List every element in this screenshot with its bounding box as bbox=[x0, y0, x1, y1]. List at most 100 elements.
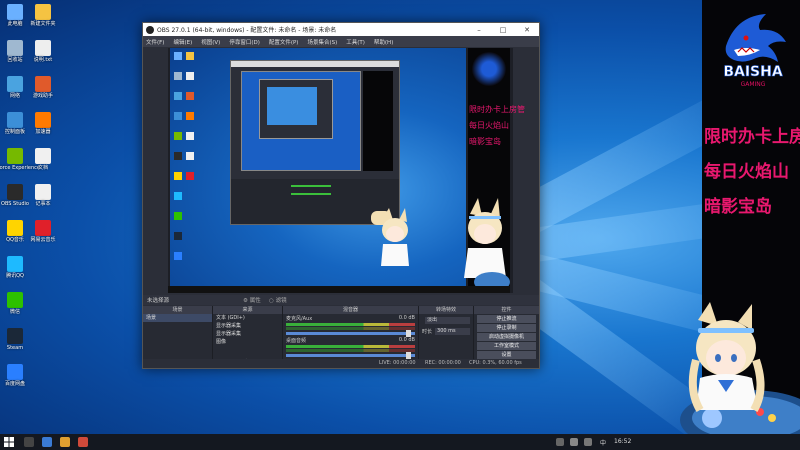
start-virtual-camera-button[interactable]: 启动虚拟摄像机 bbox=[477, 333, 536, 341]
scene-item[interactable]: 场景 bbox=[143, 314, 212, 322]
volume-meter bbox=[286, 345, 415, 348]
menu-view[interactable]: 视图(V) bbox=[201, 38, 220, 46]
volume-slider[interactable] bbox=[286, 330, 415, 337]
studio-mode-button[interactable]: 工作室模式 bbox=[477, 342, 536, 350]
preview-desktop-icon bbox=[174, 132, 182, 140]
preview-desktop-icon bbox=[174, 92, 182, 100]
volume-slider[interactable] bbox=[286, 352, 415, 359]
preview-desktop-icon bbox=[174, 112, 182, 120]
desktop-icon[interactable]: Steam bbox=[0, 328, 30, 351]
anime-character-illustration bbox=[680, 302, 800, 434]
desktop-icon[interactable]: QQ音乐 bbox=[0, 220, 30, 243]
desktop-icon[interactable]: 此电脑 bbox=[0, 4, 30, 27]
obs-logo-icon bbox=[146, 25, 154, 34]
preview-desktop-icon bbox=[186, 152, 194, 160]
properties-button[interactable]: ⚙ 属性 bbox=[243, 296, 261, 304]
volume-icon[interactable] bbox=[584, 438, 592, 446]
stop-streaming-button[interactable]: 停止推流 bbox=[477, 315, 536, 323]
duration-input[interactable]: 300 ms bbox=[435, 328, 470, 335]
app-icon bbox=[7, 112, 23, 128]
desktop-icon-label: 控制面板 bbox=[4, 129, 25, 135]
tray-icon[interactable] bbox=[556, 438, 564, 446]
preview-desktop-icon bbox=[174, 232, 182, 240]
no-source-selected-label: 未选择源 bbox=[147, 298, 170, 304]
obs-docks: 场景 场景 + − ∧ ∨ 来源 文本 (GDI+) 显示器采集 显示器采集 图… bbox=[143, 306, 539, 368]
app-icon bbox=[7, 4, 23, 20]
desktop-icon[interactable]: 新建文件夹 bbox=[28, 4, 58, 27]
app-icon bbox=[35, 148, 51, 164]
obs-window[interactable]: OBS 27.0.1 (64-bit, windows) - 配置文件: 未命名… bbox=[142, 22, 540, 369]
windows-start-icon[interactable] bbox=[4, 437, 14, 447]
preview-desktop-icon bbox=[174, 52, 182, 60]
panel-line-2: 每日火焰山 bbox=[704, 162, 789, 182]
menu-tools[interactable]: 工具(T) bbox=[346, 38, 365, 46]
app-icon bbox=[7, 364, 23, 380]
search-icon[interactable] bbox=[24, 437, 34, 447]
desktop-icon[interactable]: OBS Studio bbox=[0, 184, 30, 207]
desktop-icon[interactable]: 文档 bbox=[28, 148, 58, 171]
desktop-icon[interactable]: 网络 bbox=[0, 76, 30, 99]
desktop-icon[interactable]: 腾讯QQ bbox=[0, 256, 30, 279]
desktop-icon[interactable]: 百度网盘 bbox=[0, 364, 30, 387]
menu-help[interactable]: 帮助(H) bbox=[374, 38, 393, 46]
app-icon bbox=[35, 112, 51, 128]
source-toolbar: 未选择源 ⚙ 属性 ○ 滤镜 bbox=[143, 295, 539, 305]
preview-panel-character bbox=[460, 198, 510, 293]
desktop-icon-label: QQ音乐 bbox=[6, 237, 24, 243]
obs-taskbar-icon[interactable] bbox=[78, 437, 88, 447]
desktop-icon[interactable]: 加速器 bbox=[28, 112, 58, 135]
ime-indicator[interactable]: 中 bbox=[600, 438, 606, 447]
desktop-icon[interactable]: 网易云音乐 bbox=[28, 220, 58, 243]
stop-recording-button[interactable]: 停止录制 bbox=[477, 324, 536, 332]
mixer-dock-header: 混音器 bbox=[283, 306, 418, 314]
obs-titlebar[interactable]: OBS 27.0.1 (64-bit, windows) - 配置文件: 未命名… bbox=[143, 23, 539, 36]
task-view-icon[interactable] bbox=[42, 437, 52, 447]
desktop-icon[interactable]: 记事本 bbox=[28, 184, 58, 207]
app-icon bbox=[7, 328, 23, 344]
app-icon bbox=[35, 4, 51, 20]
filters-button[interactable]: ○ 滤镜 bbox=[269, 296, 287, 304]
desktop-icon[interactable]: 说明.txt bbox=[28, 40, 58, 63]
transition-type-select[interactable]: 淡出 bbox=[425, 317, 470, 324]
menu-file[interactable]: 文件(F) bbox=[146, 38, 164, 46]
sources-dock: 来源 文本 (GDI+) 显示器采集 显示器采集 图像 + − ⚙ ∧ ∨ bbox=[213, 306, 283, 367]
preview-nested-obs-window bbox=[230, 60, 400, 225]
source-item[interactable]: 显示器采集 bbox=[213, 322, 282, 330]
desktop-icon-label: 此电脑 bbox=[7, 21, 23, 27]
maximize-icon[interactable]: □ bbox=[491, 26, 515, 34]
volume-meter bbox=[286, 349, 415, 352]
menu-profile[interactable]: 配置文件(P) bbox=[269, 38, 299, 46]
desktop-icon-label: 加速器 bbox=[35, 129, 51, 135]
desktop-icon[interactable]: 回收站 bbox=[0, 40, 30, 63]
settings-button[interactable]: 设置 bbox=[477, 351, 536, 359]
preview-desktop-icon bbox=[186, 172, 194, 180]
source-item[interactable]: 图像 bbox=[213, 338, 282, 346]
desktop-icon[interactable]: 游戏助手 bbox=[28, 76, 58, 99]
network-icon[interactable] bbox=[570, 438, 578, 446]
source-item[interactable]: 文本 (GDI+) bbox=[213, 314, 282, 322]
logo-subtext: GAMING bbox=[741, 81, 766, 88]
desktop-icon[interactable]: GeForce Experience bbox=[0, 148, 40, 171]
app-icon bbox=[7, 76, 23, 92]
preview-desktop-icon bbox=[174, 192, 182, 200]
desktop-icon[interactable]: 微信 bbox=[0, 292, 30, 315]
mixer-track-name: 麦克风/Aux bbox=[286, 316, 313, 322]
file-explorer-icon[interactable] bbox=[60, 437, 70, 447]
source-item[interactable]: 显示器采集 bbox=[213, 330, 282, 338]
close-icon[interactable]: ✕ bbox=[515, 26, 539, 34]
desktop-icon[interactable]: 控制面板 bbox=[0, 112, 30, 135]
app-icon bbox=[7, 40, 23, 56]
obs-preview-canvas[interactable]: 限时办卡上房管 每日火焰山 暗影宝岛 bbox=[168, 48, 525, 293]
scenes-dock: 场景 场景 + − ∧ ∨ bbox=[143, 306, 213, 367]
desktop-icon-label: 腾讯QQ bbox=[6, 273, 24, 279]
menu-scene-collection[interactable]: 场景集合(S) bbox=[307, 38, 337, 46]
app-icon bbox=[35, 220, 51, 236]
menu-docks[interactable]: 停靠窗口(D) bbox=[229, 38, 260, 46]
menu-edit[interactable]: 编辑(E) bbox=[173, 38, 192, 46]
desktop-icon-label: 游戏助手 bbox=[32, 93, 53, 99]
clock[interactable]: 16:52 bbox=[614, 438, 631, 445]
minimize-icon[interactable]: – bbox=[467, 26, 491, 34]
preview-panel-line-1: 限时办卡上房管 bbox=[469, 105, 525, 114]
properties-label: 属性 bbox=[249, 298, 261, 304]
volume-meter bbox=[286, 327, 415, 330]
